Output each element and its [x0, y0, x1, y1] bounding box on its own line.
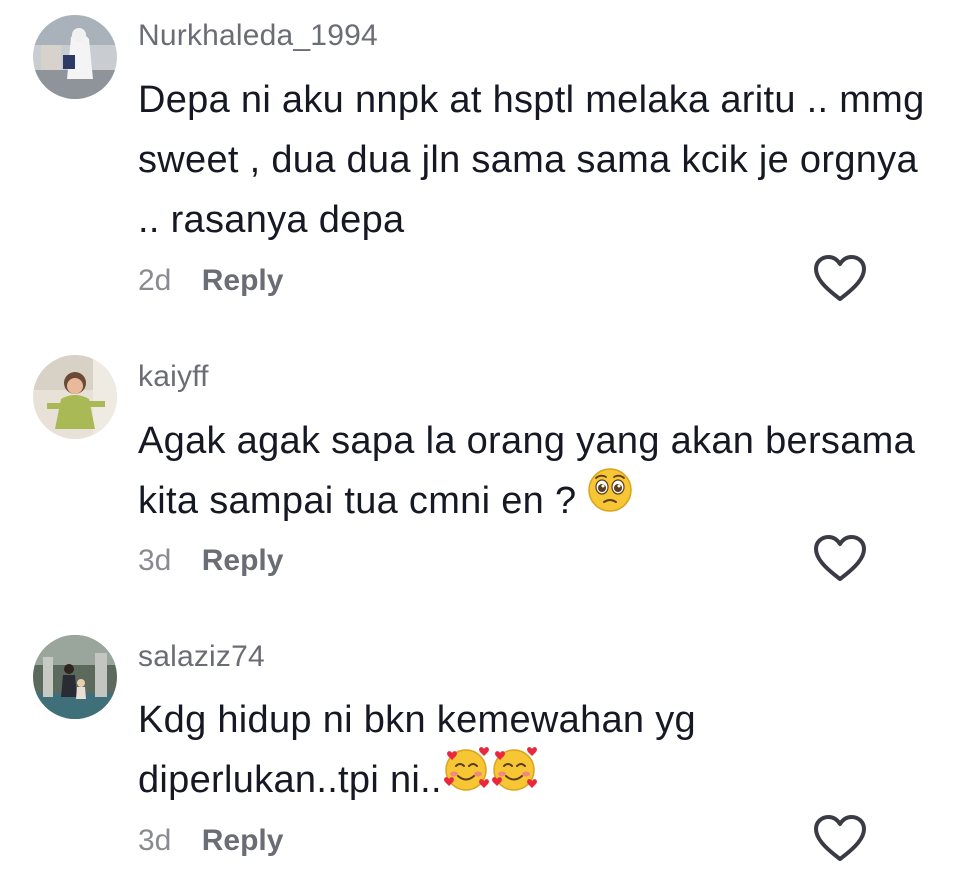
comment-text-content: Agak agak sapa la orang yang akan bersam…	[138, 420, 916, 522]
comment-text-content: Kdg hidup ni bkn kemewahan yg diperlukan…	[138, 699, 696, 801]
comment-time: 3d	[138, 544, 172, 577]
comment-text: Kdg hidup ni bkn kemewahan yg diperlukan…	[138, 690, 928, 810]
username[interactable]: salaziz74	[138, 640, 265, 674]
comment-meta: 3d Reply	[138, 824, 283, 858]
pleading-face-emoji	[587, 467, 633, 531]
avatar-image	[33, 635, 117, 719]
pleading-face-icon	[588, 468, 632, 512]
heart-outline-icon	[814, 815, 866, 861]
avatar-image	[33, 15, 117, 99]
comment-text: Agak agak sapa la orang yang akan bersam…	[138, 411, 928, 531]
avatar-image	[33, 355, 117, 439]
comment-list: Nurkhaleda_1994 Depa ni aku nnpk at hspt…	[0, 0, 969, 876]
username[interactable]: kaiyff	[138, 360, 209, 394]
like-button[interactable]	[812, 814, 868, 864]
reply-button[interactable]: Reply	[202, 544, 284, 577]
heart-outline-icon	[814, 535, 866, 581]
heart-outline-icon	[814, 255, 866, 301]
smiling-face-with-hearts-emoji	[490, 746, 538, 810]
smiling-face-with-hearts-icon	[443, 747, 489, 791]
reply-button[interactable]: Reply	[202, 824, 284, 857]
avatar[interactable]	[33, 15, 117, 99]
comment-text: Depa ni aku nnpk at hsptl melaka aritu .…	[138, 70, 928, 250]
comment-text-content: Depa ni aku nnpk at hsptl melaka aritu .…	[138, 79, 925, 241]
like-button[interactable]	[812, 534, 868, 584]
comment-time: 2d	[138, 264, 172, 297]
smiling-face-with-hearts-icon	[491, 747, 537, 791]
reply-button[interactable]: Reply	[202, 264, 284, 297]
avatar[interactable]	[33, 635, 117, 719]
smiling-face-with-hearts-emoji	[442, 746, 490, 810]
comment-meta: 2d Reply	[138, 264, 283, 298]
comment-time: 3d	[138, 824, 172, 857]
username[interactable]: Nurkhaleda_1994	[138, 19, 378, 53]
comment-meta: 3d Reply	[138, 544, 283, 578]
avatar[interactable]	[33, 355, 117, 439]
like-button[interactable]	[812, 254, 868, 304]
